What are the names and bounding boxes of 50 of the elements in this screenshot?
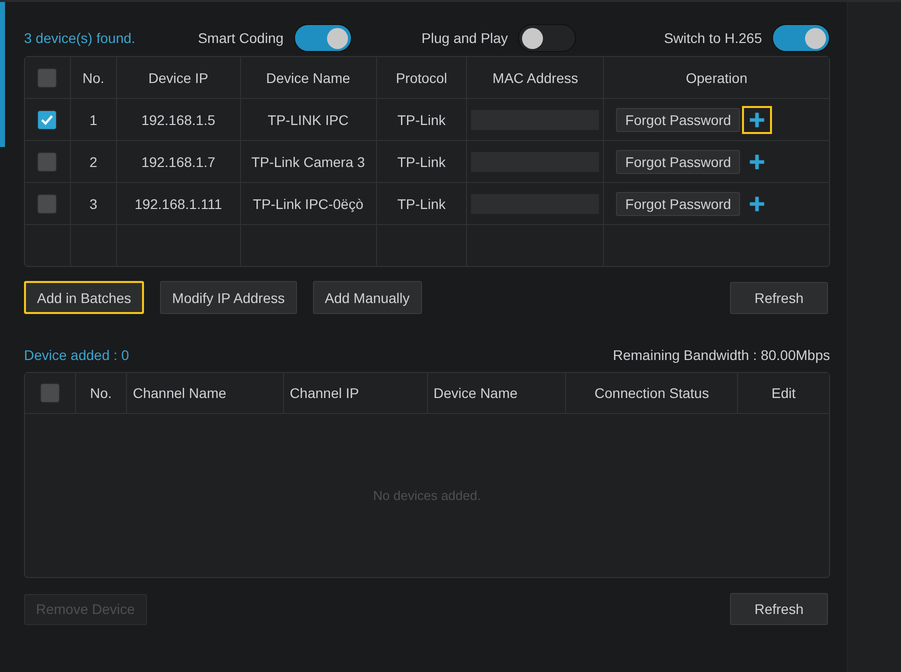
table-cell: TP-Link <box>397 154 446 170</box>
toggle-label: Smart Coding <box>198 30 284 46</box>
select-all-checkbox[interactable] <box>40 383 60 403</box>
select-all-checkbox[interactable] <box>37 68 58 88</box>
plus-icon <box>748 152 766 170</box>
table-cell: 2 <box>90 154 98 170</box>
table-cell: TP-Link IPC-0ëçò <box>252 196 364 212</box>
table-cell: TP-Link Camera 3 <box>251 154 365 170</box>
column-header: Device Name <box>434 385 518 401</box>
bandwidth-label: Remaining Bandwidth : 80.00Mbps <box>612 347 830 363</box>
column-header: No. <box>90 385 112 401</box>
row-checkbox[interactable] <box>37 110 58 130</box>
devices-added-label: Device added : 0 <box>24 347 130 363</box>
row-checkbox[interactable] <box>37 152 58 172</box>
refresh-button[interactable]: Refresh <box>730 282 828 314</box>
add-button[interactable] <box>742 106 772 134</box>
forgot-password-button[interactable]: Forgot Password <box>616 192 740 216</box>
action-button[interactable]: Add Manually <box>312 281 422 314</box>
action-button[interactable]: Modify IP Address <box>160 281 297 314</box>
plus-icon <box>748 194 766 212</box>
devices-found-label: 3 device(s) found. <box>24 30 136 46</box>
column-header: Edit <box>772 385 796 401</box>
toggle-label: Switch to H.265 <box>664 30 762 46</box>
toggle-switch[interactable] <box>772 24 830 52</box>
table-cell: 1 <box>90 112 98 128</box>
column-header: Channel IP <box>290 385 359 401</box>
toggle-switch[interactable] <box>518 24 576 52</box>
table-cell: 3 <box>90 196 98 212</box>
table-cell: TP-Link <box>397 112 446 128</box>
action-button[interactable]: Add in Batches <box>24 281 144 314</box>
forgot-password-button[interactable]: Forgot Password <box>616 108 740 132</box>
table-cell: TP-LINK IPC <box>268 112 349 128</box>
column-header: Connection Status <box>594 385 709 401</box>
refresh-button[interactable]: Refresh <box>730 593 828 625</box>
column-header: Operation <box>686 70 748 86</box>
column-header: Protocol <box>396 70 448 86</box>
forgot-password-button[interactable]: Forgot Password <box>616 150 740 174</box>
column-header: Device IP <box>148 70 208 86</box>
column-header: Device Name <box>266 70 350 86</box>
toggle-label: Plug and Play <box>422 30 508 46</box>
column-header: MAC Address <box>492 70 578 86</box>
table-cell: TP-Link <box>397 196 446 212</box>
plus-icon <box>748 110 766 128</box>
table-cell: 192.168.1.5 <box>141 112 216 128</box>
column-header: Channel Name <box>132 385 226 401</box>
toggle-switch[interactable] <box>294 24 352 52</box>
table-cell: 192.168.1.111 <box>134 196 222 212</box>
row-checkbox[interactable] <box>37 194 58 214</box>
table-cell: 192.168.1.7 <box>141 154 216 170</box>
column-header: No. <box>82 70 104 86</box>
